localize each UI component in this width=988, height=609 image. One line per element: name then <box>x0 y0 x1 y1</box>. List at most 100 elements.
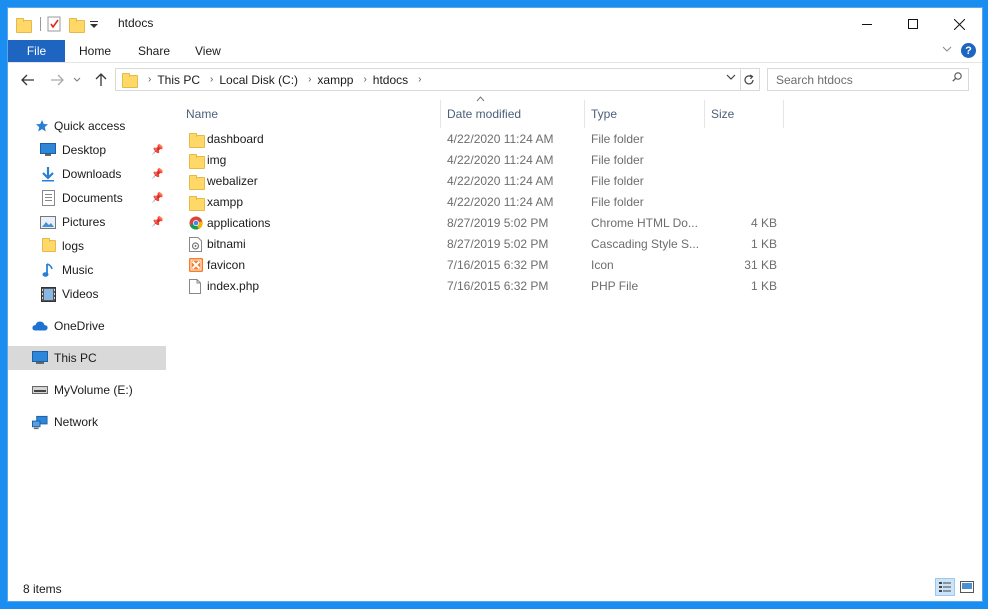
breadcrumb-xampp[interactable]: xampp <box>317 73 353 87</box>
star-icon <box>34 118 50 134</box>
music-icon <box>40 262 56 278</box>
navigation-pane: Quick access Desktop 📌 Downloads 📌 Docum… <box>8 108 166 498</box>
column-name[interactable]: Name <box>178 98 440 130</box>
pin-icon[interactable]: 📌 <box>151 193 163 204</box>
file-row-xampp[interactable]: xampp 4/22/2020 11:24 AM File folder <box>178 192 788 213</box>
back-button[interactable] <box>18 70 38 90</box>
minimize-button[interactable] <box>844 8 890 40</box>
file-name: xampp <box>207 195 244 209</box>
tab-view[interactable]: View <box>195 44 221 58</box>
close-button[interactable] <box>936 8 982 40</box>
breadcrumb-local-disk[interactable]: Local Disk (C:) <box>219 73 298 87</box>
sidebar-item-onedrive[interactable]: OneDrive <box>8 314 166 338</box>
file-name: webalizer <box>207 174 258 188</box>
pin-icon[interactable]: 📌 <box>151 145 163 156</box>
tab-home[interactable]: Home <box>79 44 111 58</box>
large-icons-view-icon <box>960 581 974 593</box>
desktop-icon <box>40 142 56 158</box>
sidebar-item-music[interactable]: Music <box>8 258 166 282</box>
search-icon <box>952 72 962 82</box>
search-input[interactable]: Search htdocs <box>776 73 853 87</box>
file-name: dashboard <box>207 132 264 146</box>
chevron-down-icon <box>942 46 952 52</box>
file-row-dashboard[interactable]: dashboard 4/22/2020 11:24 AM File folder <box>178 129 788 150</box>
column-type[interactable]: Type <box>583 98 704 130</box>
file-date: 8/27/2019 5:02 PM <box>447 237 549 251</box>
qat-dropdown-icon[interactable] <box>89 16 99 32</box>
file-name: img <box>207 153 227 167</box>
qat-divider <box>40 17 41 31</box>
sidebar-item-videos[interactable]: Videos <box>8 282 166 306</box>
file-type: Chrome HTML Do... <box>591 216 698 230</box>
file-size: 4 KB <box>750 216 777 230</box>
new-folder-icon[interactable] <box>69 16 85 33</box>
help-button[interactable]: ? <box>961 43 976 58</box>
tab-share[interactable]: Share <box>138 44 170 58</box>
file-row-applications[interactable]: applications 8/27/2019 5:02 PM Chrome HT… <box>178 213 788 234</box>
file-icon <box>189 279 203 294</box>
maximize-button[interactable] <box>890 8 936 40</box>
chevron-right-icon: › <box>210 74 214 85</box>
explorer-window: htdocs File Home Share View ? › This PC … <box>8 8 982 601</box>
file-row-favicon[interactable]: favicon 7/16/2015 6:32 PM Icon 31 KB <box>178 255 788 276</box>
file-row-bitnami[interactable]: bitnami 8/27/2019 5:02 PM Cascading Styl… <box>178 234 788 255</box>
sidebar-item-network[interactable]: Network <box>8 410 166 434</box>
folder-icon <box>189 195 205 211</box>
file-type: Icon <box>591 258 614 272</box>
sidebar-item-downloads[interactable]: Downloads 📌 <box>8 162 166 186</box>
chevron-right-icon: › <box>308 74 312 85</box>
pictures-icon <box>40 214 56 230</box>
file-type: PHP File <box>591 279 639 293</box>
sidebar-item-quick-access[interactable]: Quick access <box>8 114 166 138</box>
sidebar-item-documents[interactable]: Documents 📌 <box>8 186 166 210</box>
documents-icon <box>40 190 56 206</box>
chrome-icon <box>189 216 203 231</box>
folder-icon <box>41 238 57 254</box>
forward-button[interactable] <box>47 70 67 90</box>
column-date-modified[interactable]: Date modified <box>439 98 584 130</box>
computer-icon <box>32 350 48 366</box>
up-button[interactable] <box>91 70 111 90</box>
recent-locations-button[interactable] <box>70 70 84 90</box>
sidebar-item-this-pc[interactable]: This PC <box>8 346 166 370</box>
arrow-left-icon <box>21 74 34 86</box>
file-type: Cascading Style S... <box>591 237 700 251</box>
file-size: 1 KB <box>750 237 777 251</box>
file-date: 8/27/2019 5:02 PM <box>447 216 549 230</box>
large-icons-view-button[interactable] <box>957 578 977 596</box>
details-view-button[interactable] <box>935 578 955 596</box>
properties-icon[interactable] <box>47 16 61 32</box>
maximize-icon <box>908 19 918 29</box>
tab-file[interactable]: File <box>8 40 65 62</box>
expand-ribbon-button[interactable] <box>942 44 952 57</box>
search-box[interactable]: Search htdocs <box>767 68 969 91</box>
sidebar-item-label: Music <box>62 263 94 277</box>
address-bar[interactable]: › This PC › Local Disk (C:) › xampp › ht… <box>115 68 741 91</box>
column-type-label: Type <box>591 107 618 121</box>
file-date: 7/16/2015 6:32 PM <box>447 258 549 272</box>
file-size: 1 KB <box>750 279 777 293</box>
sidebar-item-label: Desktop <box>62 143 107 157</box>
sidebar-item-pictures[interactable]: Pictures 📌 <box>8 210 166 234</box>
column-size[interactable]: Size <box>703 98 783 130</box>
file-size <box>706 129 777 150</box>
pin-icon[interactable]: 📌 <box>151 169 163 180</box>
sidebar-item-myvolume[interactable]: MyVolume (E:) <box>8 378 166 402</box>
breadcrumb-htdocs[interactable]: htdocs <box>373 73 408 87</box>
refresh-button[interactable] <box>739 68 760 91</box>
sidebar-item-label: Downloads <box>62 167 122 181</box>
column-headers: Name Date modified Type Size <box>178 96 788 130</box>
address-dropdown-button[interactable] <box>726 72 736 85</box>
chevron-right-icon: › <box>363 74 367 85</box>
file-row-img[interactable]: img 4/22/2020 11:24 AM File folder <box>178 150 788 171</box>
sidebar-item-logs[interactable]: logs <box>8 234 166 258</box>
column-divider[interactable] <box>783 100 784 128</box>
file-row-webalizer[interactable]: webalizer 4/22/2020 11:24 AM File folder <box>178 171 788 192</box>
file-name: bitnami <box>207 237 246 251</box>
sidebar-item-desktop[interactable]: Desktop 📌 <box>8 138 166 162</box>
file-row-index-php[interactable]: index.php 7/16/2015 6:32 PM PHP File 1 K… <box>178 276 788 297</box>
cloud-icon <box>32 318 48 334</box>
pin-icon[interactable]: 📌 <box>151 217 163 228</box>
close-icon <box>953 18 965 30</box>
breadcrumb-this-pc[interactable]: This PC <box>157 73 200 87</box>
